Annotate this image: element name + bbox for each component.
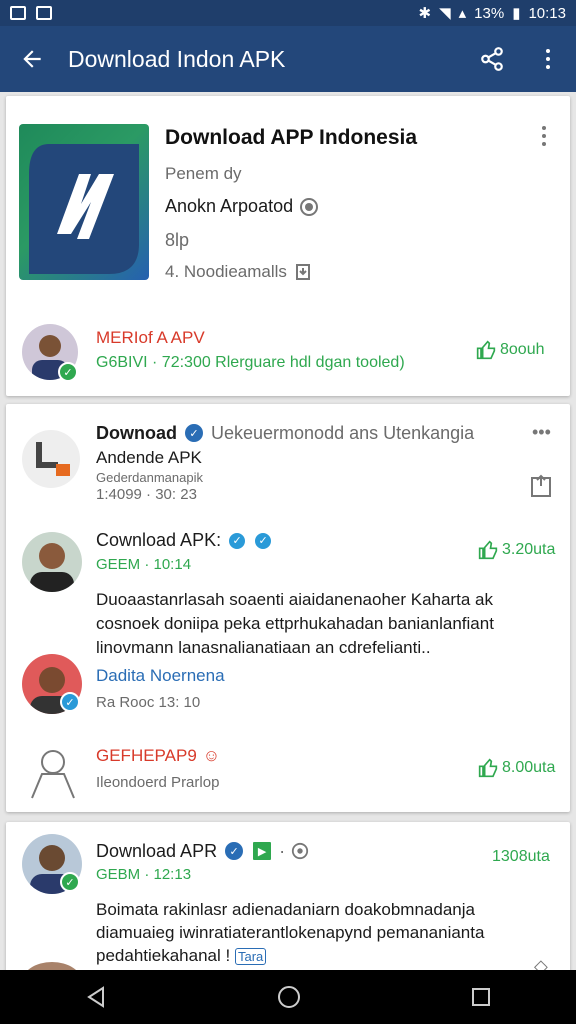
overflow-menu-button[interactable]: [520, 26, 576, 92]
app-bar: Download Indon APK: [0, 26, 576, 92]
post-app-icon[interactable]: [22, 430, 80, 488]
verified-icon: ✓: [253, 530, 274, 551]
status-bar: ✱ ◥ ▴ 13% ▮ 10:13: [0, 0, 576, 26]
thumbs-up-icon: [478, 758, 498, 778]
post-card: Downoad ✓ Uekeuermonodd ans Utenkangia •…: [6, 404, 570, 812]
like-button[interactable]: 8oouh: [476, 340, 545, 360]
back-button[interactable]: [0, 26, 64, 92]
post-text: Boimata rakinlasr adienadaniarn doakobmn…: [96, 898, 546, 968]
app-info-card: Download APP Indonesia Penem dy Anokn Ar…: [6, 96, 570, 396]
review-meta: G6BIVI · 72:300 Rlerguare hdl dgan toole…: [96, 354, 405, 372]
like-count: 8.00uta: [502, 759, 556, 776]
post-title: Downoad: [96, 422, 177, 443]
user-icon: [31, 750, 75, 799]
share-icon: [481, 47, 503, 71]
bookmark-button[interactable]: [530, 474, 552, 503]
more-vert-icon: [546, 49, 550, 69]
comment-author: GEFHEPAP9: [96, 746, 197, 765]
post-line2: Andende APK: [96, 448, 202, 467]
review-meta-text: G6BIVI · 72:300 Rlerguare hdl dgan toole…: [96, 354, 405, 371]
home-icon[interactable]: [277, 985, 301, 1009]
feed: Download APP Indonesia Penem dy Anokn Ar…: [0, 92, 576, 970]
hashtag-chip[interactable]: Tara: [234, 948, 267, 965]
more-horiz-icon: •••: [532, 422, 551, 442]
online-badge: ✓: [60, 872, 80, 892]
comment-author: Cownload APK:: [96, 530, 222, 550]
post-line3: Gederdanmanapik: [96, 470, 203, 485]
emoji-icon: ☺: [202, 746, 221, 765]
post-time: 1:4099 · 30: 23: [96, 486, 197, 503]
comment-meta: Ra Rooc 13: 10: [96, 694, 201, 711]
clock: 10:13: [528, 4, 566, 22]
avatar[interactable]: [22, 532, 82, 592]
like-count: 3.20uta: [502, 541, 556, 558]
verified-icon: [300, 197, 319, 216]
app-badge-icon: ▶: [251, 840, 274, 862]
online-badge: ✓: [58, 362, 78, 382]
post-menu[interactable]: •••: [532, 422, 551, 443]
comment-author-row: Cownload APK: ✓ ✓: [96, 530, 274, 551]
app-card-menu[interactable]: [542, 126, 546, 146]
save-icon: [531, 474, 551, 497]
back-arrow-icon: [23, 50, 41, 68]
comment-text: Duoaastanrlasah soaenti aiaidanenaoher K…: [96, 590, 494, 657]
post-title-row: Downoad ✓ Uekeuermonodd ans Utenkangia: [96, 422, 526, 444]
avatar-placeholder[interactable]: [26, 744, 80, 807]
post-text-body: Boimata rakinlasr adienadaniarn doakobmn…: [96, 900, 485, 965]
photo-notification-icon: [10, 6, 26, 20]
wifi-icon: ◥: [439, 5, 451, 22]
verified-icon: ✓: [183, 422, 205, 444]
gallery-notification-icon: [36, 6, 52, 20]
recents-icon[interactable]: [471, 987, 491, 1007]
comment-meta: Ileondoerd Prarlop: [96, 774, 220, 791]
app-icon[interactable]: [19, 124, 149, 280]
verified-icon: ✓: [60, 692, 80, 712]
back-nav-icon[interactable]: [85, 986, 107, 1008]
location-icon: [291, 842, 309, 860]
third-card: ✓ Download APR ✓ ▶ · GEBM · 12:13 1308ut…: [6, 822, 570, 970]
post-author: Download APR: [96, 840, 218, 861]
expand-button[interactable]: ◇: [534, 956, 548, 970]
comment-author-row: GEFHEPAP9 ☺: [96, 746, 220, 766]
comment-meta: GEEM · 10:14: [96, 556, 192, 573]
thumbs-up-icon: [476, 340, 496, 360]
page-title: Download Indon APK: [68, 45, 286, 72]
verified-icon: ✓: [227, 530, 248, 551]
signal-icon: ▴: [458, 5, 467, 22]
system-nav-bar: [0, 970, 576, 1024]
app-developer: Penem dy: [165, 164, 242, 183]
app-downloads: 4. Noodieamalls: [165, 262, 311, 282]
post-subtitle: Uekeuermonodd ans Utenkangia: [211, 422, 475, 443]
avatar[interactable]: [22, 962, 82, 970]
review-author: MERIof A APV: [96, 328, 205, 347]
post-author-row: Download APR ✓ ▶ ·: [96, 840, 309, 862]
battery-icon: ▮: [512, 5, 521, 22]
like-count[interactable]: 1308uta: [492, 848, 550, 866]
like-button[interactable]: 3.20uta: [478, 540, 555, 560]
diamond-icon: ◇: [534, 956, 548, 970]
app-name: Download APP Indonesia: [165, 126, 418, 149]
post-meta: GEBM · 12:13: [96, 866, 192, 883]
battery-pct: 13%: [474, 4, 505, 22]
downloads-count: 4. Noodieamalls: [165, 262, 287, 281]
publisher-name: Anokn Arpoatod: [165, 196, 294, 216]
dot-separator: ·: [279, 840, 286, 861]
share-button[interactable]: [464, 26, 520, 92]
download-icon: [295, 264, 310, 280]
comment-link[interactable]: Dadita Noernena: [96, 666, 225, 686]
app-publisher[interactable]: Anokn Arpoatod: [165, 196, 319, 217]
verified-icon: ✓: [223, 840, 246, 862]
like-button[interactable]: 8.00uta: [478, 758, 555, 778]
more-vert-icon: [542, 126, 546, 146]
thumbs-up-icon: [478, 540, 498, 560]
app-size: 8lp: [165, 230, 190, 250]
like-count: 8oouh: [500, 341, 545, 358]
bluetooth-icon: ✱: [418, 5, 432, 22]
